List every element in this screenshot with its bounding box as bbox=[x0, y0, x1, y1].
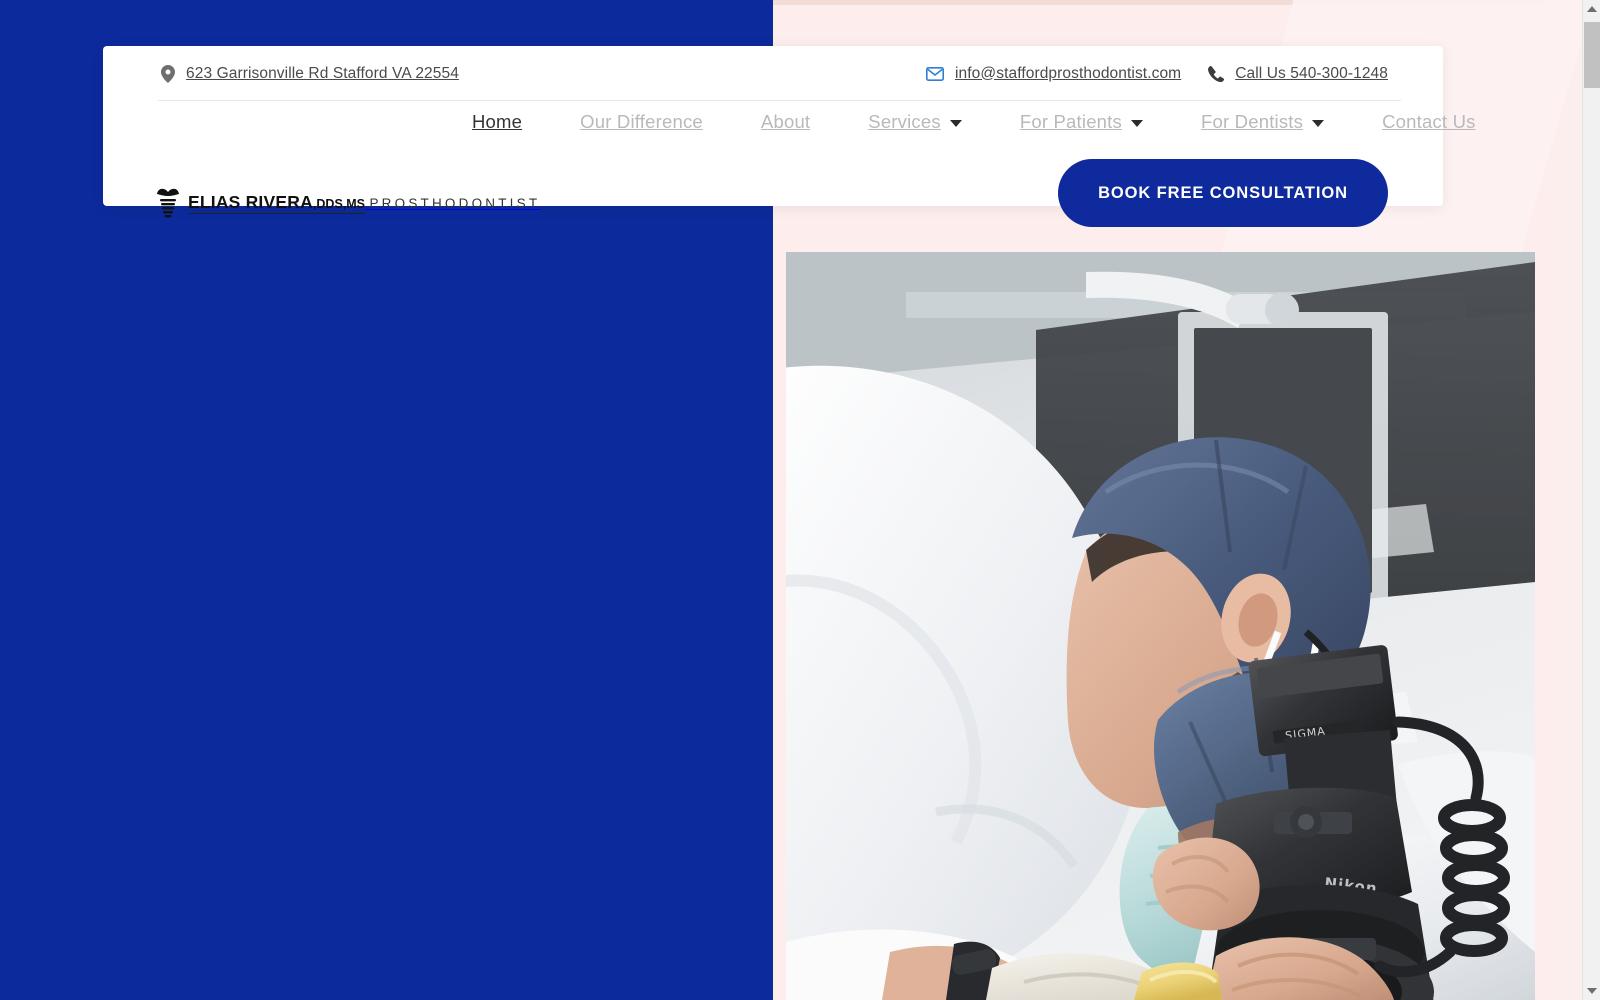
nav-item-services[interactable]: Services bbox=[839, 107, 991, 137]
envelope-icon bbox=[926, 66, 944, 81]
phone-icon bbox=[1207, 65, 1225, 82]
email-text: info@staffordprosthodontist.com bbox=[955, 64, 1182, 82]
logo-specialty: PROSTHODONTIST bbox=[369, 195, 541, 211]
scroll-up-arrow-icon[interactable] bbox=[1583, 0, 1600, 18]
chevron-down-icon bbox=[1312, 120, 1325, 127]
page-root: SIGMA Nikon SIGMA bbox=[0, 0, 1600, 1000]
phone-link[interactable]: Call Us 540-300-1248 bbox=[1207, 65, 1388, 83]
nav-label: About bbox=[760, 111, 811, 132]
page-scrollbar[interactable] bbox=[1582, 0, 1600, 1000]
header-contact-group: info@staffordprosthodontist.com Call Us … bbox=[926, 65, 1388, 83]
chevron-down-icon bbox=[1130, 120, 1143, 127]
nav-label: Contact Us bbox=[1382, 111, 1476, 132]
dental-implant-icon bbox=[155, 187, 181, 221]
hero-photo: SIGMA Nikon SIGMA bbox=[786, 252, 1535, 1000]
header-topbar: 623 Garrisonville Rd Stafford VA 22554 i… bbox=[103, 46, 1443, 101]
nav-item-for-dentists[interactable]: For Dentists bbox=[1172, 107, 1353, 137]
site-header: 623 Garrisonville Rd Stafford VA 22554 i… bbox=[103, 46, 1475, 227]
nav-item-contact-us[interactable]: Contact Us bbox=[1353, 107, 1505, 137]
scrollbar-thumb[interactable] bbox=[1584, 22, 1600, 88]
nav-item-for-patients[interactable]: For Patients bbox=[991, 107, 1172, 137]
chevron-down-icon bbox=[949, 120, 962, 127]
logo-text-block: ELIAS RIVERA,DDS,MS PROSTHODONTIST bbox=[188, 193, 541, 215]
site-logo[interactable]: ELIAS RIVERA,DDS,MS PROSTHODONTIST bbox=[155, 187, 540, 221]
phone-text: Call Us 540-300-1248 bbox=[1235, 64, 1388, 82]
main-navigation: Home Our Difference About Services For P… bbox=[443, 107, 1505, 137]
address-link[interactable]: 623 Garrisonville Rd Stafford VA 22554 bbox=[161, 64, 459, 83]
nav-label: Home bbox=[472, 111, 523, 132]
book-free-consultation-button[interactable]: BOOK FREE CONSULTATION bbox=[1058, 159, 1388, 227]
nav-label: Our Difference bbox=[580, 111, 703, 132]
email-link[interactable]: info@staffordprosthodontist.com bbox=[926, 65, 1181, 83]
nav-label: For Dentists bbox=[1200, 111, 1304, 132]
nav-item-home[interactable]: Home bbox=[443, 107, 551, 137]
nav-label: Services bbox=[868, 111, 941, 132]
scroll-down-arrow-icon[interactable] bbox=[1583, 982, 1600, 1000]
nav-item-our-difference[interactable]: Our Difference bbox=[551, 107, 732, 137]
map-pin-icon bbox=[161, 64, 175, 83]
nav-label: For Patients bbox=[1019, 111, 1122, 132]
nav-item-about[interactable]: About bbox=[732, 107, 839, 137]
logo-name: ELIAS RIVERA,DDS,MS bbox=[188, 193, 366, 215]
header-nav-row: ELIAS RIVERA,DDS,MS PROSTHODONTIST Home … bbox=[103, 101, 1475, 227]
address-text: 623 Garrisonville Rd Stafford VA 22554 bbox=[186, 64, 459, 82]
